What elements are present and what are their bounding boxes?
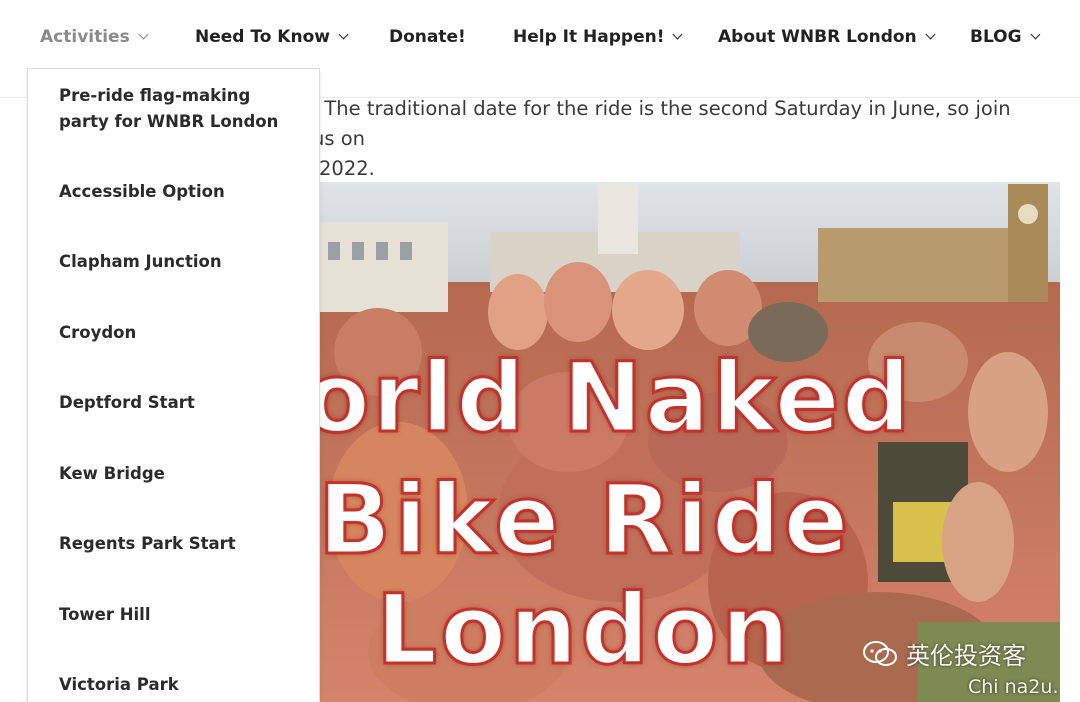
chevron-down-icon <box>925 29 936 40</box>
nav-help-it-happen-label: Help It Happen! <box>513 27 665 47</box>
dropdown-item-kew-bridge[interactable]: Kew Bridge <box>59 461 299 487</box>
intro-line-2: 2022. <box>319 157 375 180</box>
dropdown-item-flag-making-party[interactable]: Pre-ride flag-making party for WNBR Lond… <box>59 83 299 135</box>
chevron-down-icon <box>138 29 149 40</box>
nav-need-to-know-label: Need To Know <box>195 27 330 47</box>
dropdown-item-tower-hill[interactable]: Tower Hill <box>59 602 299 628</box>
dropdown-item-clapham-junction[interactable]: Clapham Junction <box>59 249 299 275</box>
nav-help-it-happen[interactable]: Help It Happen! <box>513 24 683 50</box>
nav-about[interactable]: About WNBR London <box>718 24 936 50</box>
nav-blog[interactable]: BLOG <box>970 24 1041 50</box>
chevron-down-icon <box>338 29 349 40</box>
dropdown-item-croydon[interactable]: Croydon <box>59 320 299 346</box>
nav-activities-label: Activities <box>40 27 130 47</box>
dropdown-item-victoria-park[interactable]: Victoria Park <box>59 672 299 698</box>
nav-about-label: About WNBR London <box>718 27 917 47</box>
nav-activities[interactable]: Activities <box>40 24 149 50</box>
hero-image: orld Naked Bike Ride London <box>318 182 1060 702</box>
nav-blog-label: BLOG <box>970 27 1022 47</box>
watermark-subtext: Chi na2u. <box>968 676 1059 698</box>
hero-title-line-2: Bike Ride <box>318 464 852 576</box>
watermark-text: 英伦投资客 <box>906 642 1026 670</box>
nav-donate[interactable]: Donate! <box>389 24 466 50</box>
wechat-icon <box>863 640 897 666</box>
intro-line-1: . The traditional date for the ride is t… <box>312 97 1011 150</box>
nav-need-to-know[interactable]: Need To Know <box>195 24 349 50</box>
watermark: 英伦投资客 <box>862 636 1026 671</box>
dropdown-item-accessible-option[interactable]: Accessible Option <box>59 179 299 205</box>
hero-title-line-1: orld Naked <box>318 342 913 454</box>
nav-donate-label: Donate! <box>389 27 466 47</box>
chevron-down-icon <box>673 29 683 40</box>
dropdown-item-deptford-start[interactable]: Deptford Start <box>59 390 299 416</box>
activities-dropdown-menu: Pre-ride flag-making party for WNBR Lond… <box>27 68 320 702</box>
intro-paragraph: . The traditional date for the ride is t… <box>312 94 1032 184</box>
chevron-down-icon <box>1030 29 1041 40</box>
dropdown-item-regents-park-start[interactable]: Regents Park Start <box>59 531 299 557</box>
